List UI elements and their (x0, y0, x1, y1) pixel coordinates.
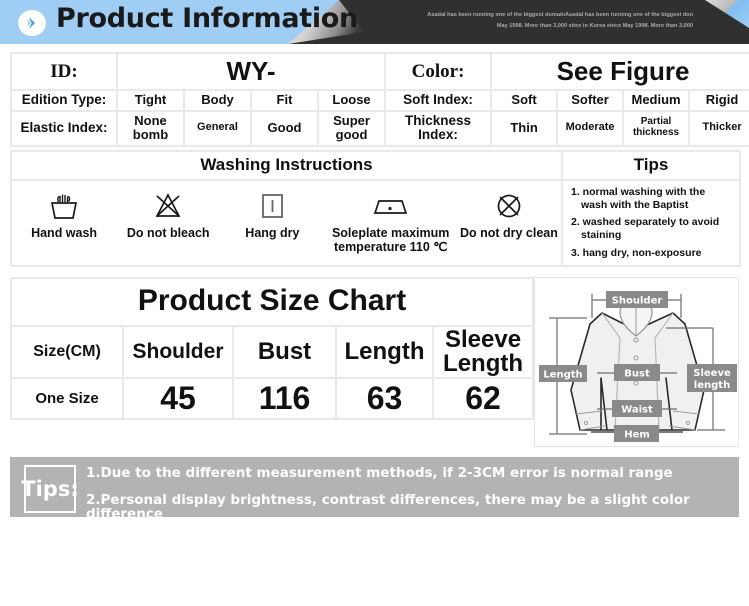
elastic-option-general[interactable]: General (185, 111, 250, 145)
care-symbol-caption: Hang dry (245, 226, 300, 241)
bottom-tips-bar: Tips: 1.Due to the different measurement… (10, 456, 739, 522)
washing-tips-list: 1. normal washing with the wash with the… (571, 186, 733, 260)
hang-dry-icon (257, 189, 287, 223)
column-header-length: Length (337, 326, 432, 377)
svg-text:length: length (694, 380, 730, 391)
list-item: 1. normal washing with the wash with the… (571, 185, 706, 211)
elastic-option-none-bomb[interactable]: None bomb (118, 111, 183, 145)
color-value: See Figure (492, 54, 749, 89)
soft-index-label: Soft Index: (386, 91, 491, 110)
svg-text:Bust: Bust (624, 368, 650, 379)
svg-text:Hem: Hem (624, 429, 650, 440)
thickness-option-partial-thickness[interactable]: Partial thickness (624, 111, 689, 145)
list-item: 3. hang dry, non-exposure (571, 246, 702, 259)
specification-table: ID: WY- Color: See Figure Edition Type: … (10, 52, 749, 147)
table-row: Product Size Chart (12, 278, 533, 325)
care-symbol-caption: Do not dry clean (459, 226, 558, 241)
row-size-value: One Size (12, 378, 122, 418)
soft-option-softer[interactable]: Softer (558, 91, 623, 110)
table-row: ID: WY- Color: See Figure (12, 54, 749, 89)
product-information-page: Product Information Asadal has been runn… (0, 0, 749, 606)
care-symbol-caption: Soleplate maximum temperature 110 ℃ (331, 226, 450, 255)
edition-type-label: Edition Type: (12, 91, 116, 110)
soft-option-rigid[interactable]: Rigid (690, 91, 749, 110)
row-bust-value: 116 (234, 378, 335, 418)
bottom-tip-line-1: 1.Due to the different measurement metho… (86, 464, 673, 481)
edition-option-body[interactable]: Body (185, 91, 250, 110)
washing-icons-cell: Hand wash Do not bleach Hang dry Solepla… (12, 180, 561, 265)
thickness-option-moderate[interactable]: Moderate (558, 111, 623, 145)
thickness-option-thin[interactable]: Thin (492, 111, 557, 145)
do-not-dry-clean-icon (494, 189, 524, 223)
iron-low-heat-icon (371, 189, 411, 223)
specification-table-wrapper: ID: WY- Color: See Figure Edition Type: … (10, 52, 749, 147)
banner-subtext-line-2: May 1998. More than 3,000 sites in Korea… (496, 22, 693, 29)
elastic-option-super-good[interactable]: Super good (319, 111, 385, 145)
page-header-banner: Product Information Asadal has been runn… (0, 0, 749, 44)
elastic-index-label: Elastic Index: (12, 111, 116, 145)
id-label: ID: (12, 54, 116, 89)
product-size-chart-table: Product Size Chart Size(CM) Shoulder Bus… (10, 276, 535, 420)
color-label: Color: (386, 54, 491, 89)
column-header-size: Size(CM) (12, 326, 122, 377)
banner-subtext-line-1: Asadal has been running one of the bigge… (427, 12, 693, 18)
washing-table: Washing Instructions Tips Hand wash Do n… (10, 149, 741, 267)
washing-tips-cell: 1. normal washing with the wash with the… (563, 180, 739, 265)
bottom-tips-lines: 1.Due to the different measurement metho… (86, 464, 729, 535)
care-symbol-hand-wash: Hand wash (12, 189, 116, 240)
size-chart-title: Product Size Chart (12, 278, 533, 325)
washing-icon-row: Hand wash Do not bleach Hang dry Solepla… (12, 189, 561, 254)
garment-measurement-diagram: Shoulder Length Bust Waist Hem Sleeve le… (534, 276, 739, 447)
hand-wash-icon (47, 189, 81, 223)
soft-option-soft[interactable]: Soft (492, 91, 557, 110)
do-not-bleach-icon (152, 189, 184, 223)
edition-option-fit[interactable]: Fit (252, 91, 317, 110)
svg-text:Shoulder: Shoulder (612, 295, 663, 306)
care-symbol-hang-dry: Hang dry (220, 189, 324, 240)
table-row: One Size 45 116 63 62 (12, 378, 533, 418)
row-length-value: 63 (337, 378, 432, 418)
care-symbol-caption: Do not bleach (126, 226, 210, 241)
tips-badge: Tips: (21, 464, 79, 513)
thickness-index-label: Thickness Index: (386, 111, 491, 145)
table-row: Hand wash Do not bleach Hang dry Solepla… (12, 180, 739, 265)
washing-tips-title: Tips (563, 151, 739, 179)
edition-option-tight[interactable]: Tight (118, 91, 183, 110)
table-row: Size(CM) Shoulder Bust Length Sleeve Len… (12, 326, 533, 377)
table-row: Washing Instructions Tips (12, 151, 739, 179)
list-item: 2. washed separately to avoid staining (571, 216, 720, 242)
svg-text:Waist: Waist (621, 404, 653, 415)
chevron-right-circle-icon (18, 10, 46, 36)
column-header-shoulder: Shoulder (124, 326, 232, 377)
washing-instructions-title: Washing Instructions (12, 151, 561, 179)
banner-subtext: Asadal has been running one of the bigge… (363, 10, 693, 31)
column-header-bust: Bust (234, 326, 335, 377)
id-value: WY- (118, 54, 385, 89)
care-symbol-iron-low-heat: Soleplate maximum temperature 110 ℃ (324, 189, 456, 254)
column-header-sleeve-length: Sleeve Length (434, 326, 533, 377)
bottom-tip-line-2: 2.Personal display brightness, contrast … (86, 491, 690, 523)
page-title: Product Information (56, 3, 358, 34)
svg-text:Sleeve: Sleeve (693, 368, 731, 379)
washing-instructions-section: Washing Instructions Tips Hand wash Do n… (10, 149, 741, 267)
svg-text:Length: Length (543, 369, 582, 380)
edition-option-loose[interactable]: Loose (319, 91, 385, 110)
thickness-option-thicker[interactable]: Thicker (690, 111, 749, 145)
care-symbol-do-not-bleach: Do not bleach (116, 189, 220, 240)
table-row: Edition Type: Tight Body Fit Loose Soft … (12, 91, 749, 110)
row-shoulder-value: 45 (124, 378, 232, 418)
care-symbol-caption: Hand wash (31, 226, 98, 241)
soft-option-medium[interactable]: Medium (624, 91, 689, 110)
care-symbol-do-not-dry-clean: Do not dry clean (457, 189, 561, 240)
row-sleeve-value: 62 (434, 378, 533, 418)
table-row: Elastic Index: None bomb General Good Su… (12, 111, 749, 145)
elastic-option-good[interactable]: Good (252, 111, 317, 145)
size-chart-section: Product Size Chart Size(CM) Shoulder Bus… (10, 276, 739, 447)
